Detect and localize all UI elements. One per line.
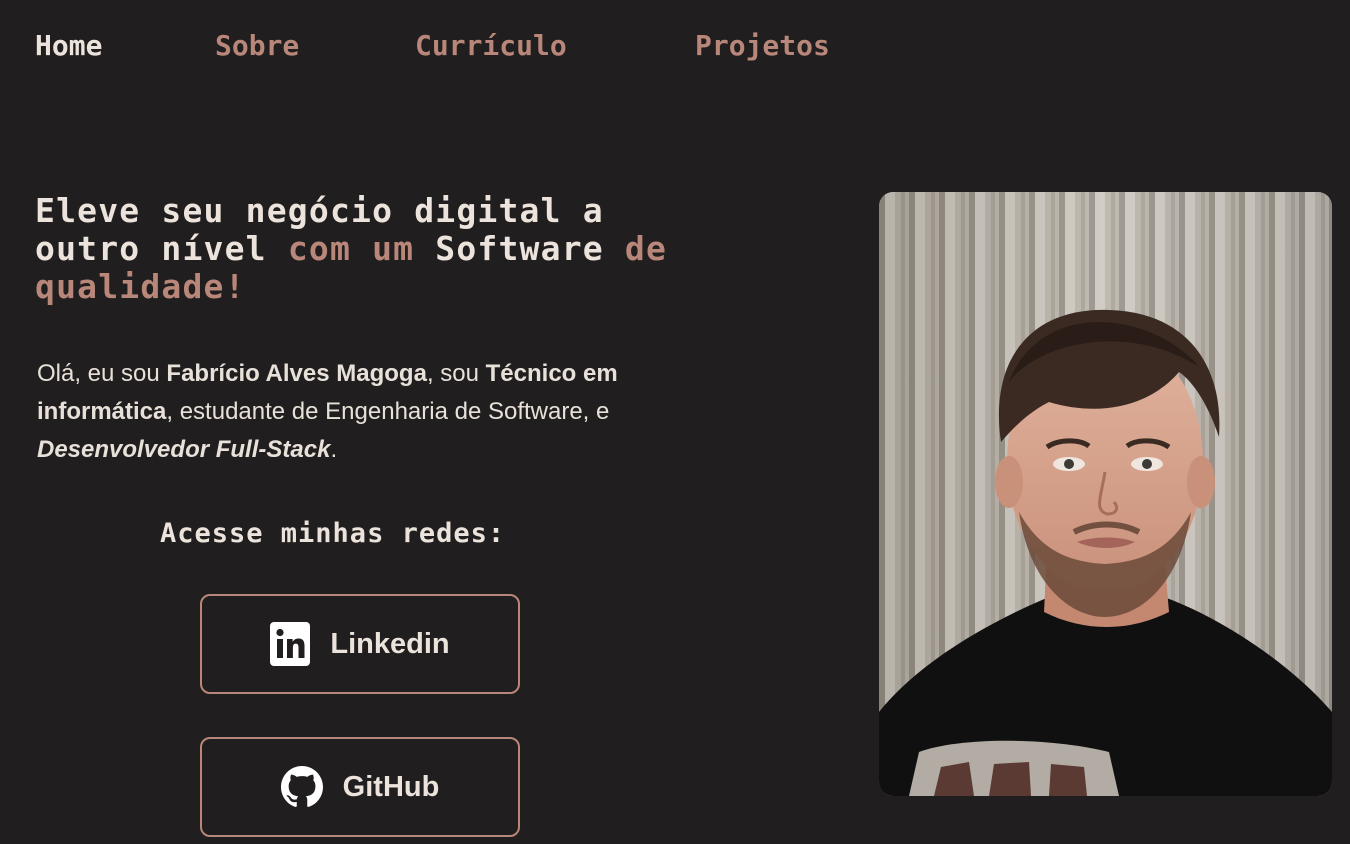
intro-text-4: . xyxy=(330,436,338,463)
intro-name: Fabrício Alves Magoga xyxy=(166,360,427,387)
nav-curriculo-link[interactable]: Currículo xyxy=(415,24,567,68)
intro-dev: Desenvolvedor Full-Stack xyxy=(37,436,331,463)
headline-accent-1: com um xyxy=(287,229,415,268)
intro-text-1: Olá, eu sou xyxy=(37,360,167,387)
social-title: Acesse minhas redes: xyxy=(160,518,506,549)
intro-text-2: , sou xyxy=(426,360,486,387)
nav-home-link[interactable]: Home xyxy=(35,24,102,68)
profile-photo xyxy=(879,192,1332,796)
hero-intro: Olá, eu sou Fabrício Alves Magoga, sou T… xyxy=(37,355,657,469)
intro-text-3: , estudante de Engenharia de Software, e xyxy=(166,398,610,425)
headline-text-2: Software xyxy=(414,229,625,268)
nav-projetos-link[interactable]: Projetos xyxy=(695,24,830,68)
github-button[interactable]: GitHub xyxy=(200,737,520,837)
linkedin-label: Linkedin xyxy=(330,627,450,660)
github-label: GitHub xyxy=(342,770,440,803)
hero-headline: Eleve seu negócio digital a outro nível … xyxy=(35,192,695,306)
github-icon xyxy=(280,766,323,808)
linkedin-icon xyxy=(270,622,311,666)
nav-sobre-link[interactable]: Sobre xyxy=(215,24,299,68)
linkedin-button[interactable]: Linkedin xyxy=(200,594,520,694)
